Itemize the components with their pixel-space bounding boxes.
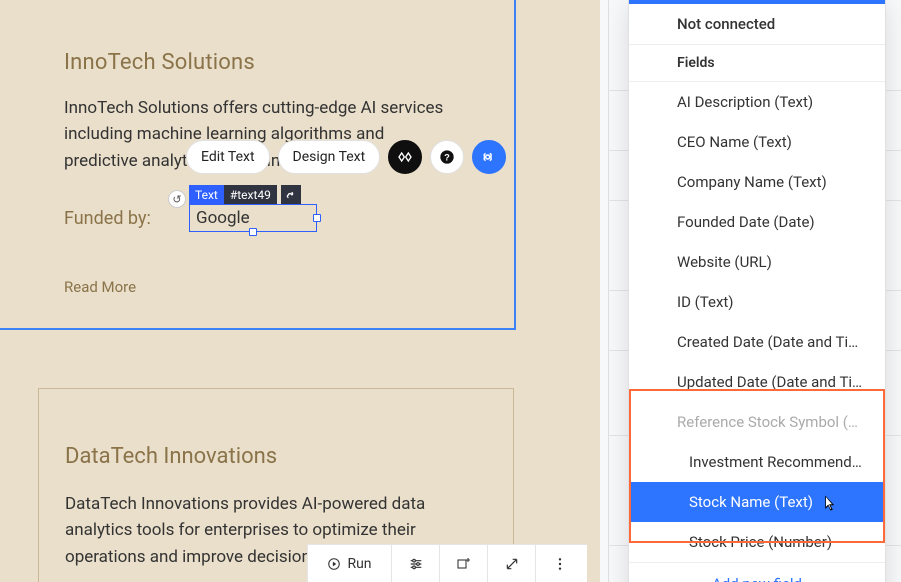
dropdown-item-field[interactable]: ID (Text) <box>629 282 885 322</box>
design-text-button[interactable]: Design Text <box>278 140 381 174</box>
connect-field-dropdown: Not connected Fields AI Description (Tex… <box>628 0 886 582</box>
element-id-badge: #text49 <box>224 185 277 205</box>
element-type-badge: Text <box>189 185 224 205</box>
help-button[interactable]: ? <box>430 140 464 174</box>
dropdown-item-field[interactable]: Website (URL) <box>629 242 885 282</box>
dropdown-add-new-field[interactable]: Add new field <box>629 562 885 582</box>
selected-text-element[interactable]: Google <box>189 204 317 232</box>
dropdown-item-field[interactable]: Company Name (Text) <box>629 162 885 202</box>
selected-text-value: Google <box>196 208 250 228</box>
resize-handle-south[interactable] <box>249 228 257 236</box>
element-context-toolbar: Edit Text Design Text ? <box>186 140 506 174</box>
connect-data-button[interactable] <box>472 140 506 174</box>
settings-sliders-button[interactable] <box>392 545 440 582</box>
dropdown-item-ref-field[interactable]: Investment Recommendatio… <box>629 442 885 482</box>
edit-text-button[interactable]: Edit Text <box>186 140 270 174</box>
add-dataset-button[interactable] <box>440 545 488 582</box>
card-title: DataTech Innovations <box>65 444 487 469</box>
dropdown-item-not-connected[interactable]: Not connected <box>629 4 885 44</box>
resize-handle-east[interactable] <box>313 214 321 222</box>
panel-divider <box>608 0 609 582</box>
funded-by-label: Funded by: <box>64 208 151 229</box>
more-menu-button[interactable] <box>536 545 584 582</box>
design-canvas[interactable]: InnoTech Solutions InnoTech Solutions of… <box>0 0 600 582</box>
card-title: InnoTech Solutions <box>64 50 462 75</box>
dropdown-item-field[interactable]: AI Description (Text) <box>629 82 885 122</box>
dropdown-group-reference: Reference Stock Symbol (… <box>629 402 885 442</box>
animation-button[interactable] <box>388 140 422 174</box>
dropdown-item-ref-field-selected[interactable]: Stock Name (Text) <box>629 482 885 522</box>
dropdown-item-field[interactable]: Founded Date (Date) <box>629 202 885 242</box>
run-button[interactable]: Run <box>308 545 392 582</box>
dropdown-item-field[interactable]: CEO Name (Text) <box>629 122 885 162</box>
dropdown-section-fields: Fields <box>629 44 885 82</box>
svg-text:?: ? <box>444 152 450 162</box>
read-more-link[interactable]: Read More <box>64 278 136 296</box>
dropdown-item-field[interactable]: Updated Date (Date and Ti… <box>629 362 885 402</box>
run-button-label: Run <box>347 556 371 572</box>
data-bound-icon[interactable] <box>281 185 301 205</box>
dropdown-item-field[interactable]: Created Date (Date and Ti… <box>629 322 885 362</box>
expand-button[interactable] <box>488 545 536 582</box>
revert-icon[interactable]: ↺ <box>168 190 186 208</box>
canvas-bottom-toolbar: Run <box>307 544 587 582</box>
element-tag-row: Text #text49 <box>189 185 301 205</box>
dropdown-item-ref-field[interactable]: Stock Price (Number) <box>629 522 885 562</box>
